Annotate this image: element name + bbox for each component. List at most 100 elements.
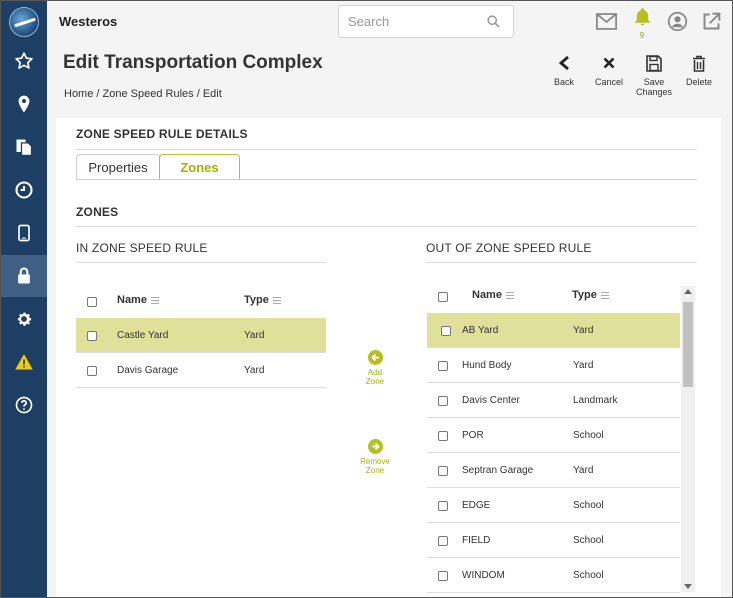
in-zone-type-column[interactable]: Type xyxy=(244,285,281,315)
devices-nav[interactable] xyxy=(1,212,47,254)
zone-name: Davis Garage xyxy=(117,365,179,376)
zone-name: FIELD xyxy=(462,535,491,546)
search-input[interactable] xyxy=(339,6,479,37)
security-nav[interactable] xyxy=(1,255,47,297)
settings-nav[interactable] xyxy=(1,298,47,340)
zone-name: POR xyxy=(462,430,484,441)
tab-zones[interactable]: Zones xyxy=(159,154,240,180)
zone-type: Yard xyxy=(573,465,594,476)
history-nav[interactable] xyxy=(1,169,47,211)
cancel-label: Cancel xyxy=(594,77,623,87)
row-checkbox[interactable] xyxy=(87,366,97,376)
chevron-left-icon xyxy=(558,55,569,71)
profile-button[interactable] xyxy=(666,10,688,32)
out-zone-row[interactable]: FIELD School xyxy=(427,523,680,558)
column-label: Name xyxy=(472,289,502,301)
search-box[interactable] xyxy=(338,5,514,38)
zone-type: School xyxy=(573,500,604,511)
details-section-title: ZONE SPEED RULE DETAILS xyxy=(76,127,248,141)
app-logo[interactable] xyxy=(9,7,39,37)
column-label: Type xyxy=(572,289,597,301)
out-zone-title: OUT OF ZONE SPEED RULE xyxy=(426,241,592,255)
top-bar: Westeros 9 xyxy=(47,1,732,43)
row-checkbox[interactable] xyxy=(438,536,448,546)
save-icon xyxy=(646,54,662,72)
external-link-button[interactable] xyxy=(700,10,722,32)
save-changes-label: Save Changes xyxy=(635,77,673,97)
out-zone-row[interactable]: Hund Body Yard xyxy=(427,348,680,383)
out-zone-table-header: Name Type xyxy=(427,280,680,310)
tab-underline xyxy=(76,179,697,180)
divider xyxy=(76,262,326,263)
in-zone-table-header: Name Type xyxy=(76,285,326,315)
details-card: ZONE SPEED RULE DETAILS Properties Zones… xyxy=(56,118,721,597)
breadcrumb: Home / Zone Speed Rules / Edit xyxy=(64,88,222,100)
out-zone-name-column[interactable]: Name xyxy=(472,280,514,310)
in-zone-select-all-checkbox[interactable] xyxy=(87,297,97,307)
save-changes-button[interactable]: Save Changes xyxy=(629,53,679,97)
documents-nav[interactable] xyxy=(1,126,47,168)
out-zone-row[interactable]: EDGE School xyxy=(427,488,680,523)
arrow-left-icon xyxy=(367,350,383,365)
scrollbar-thumb[interactable] xyxy=(683,302,693,387)
out-zone-type-column[interactable]: Type xyxy=(572,280,609,310)
row-checkbox[interactable] xyxy=(438,431,448,441)
page-title: Edit Transportation Complex xyxy=(63,52,323,73)
out-zone-row[interactable]: POR School xyxy=(427,418,680,453)
out-zone-row[interactable]: AB Yard Yard xyxy=(427,313,680,348)
out-zone-select-all-checkbox[interactable] xyxy=(438,292,448,302)
gear-icon xyxy=(17,312,32,326)
breadcrumb-zone-speed-rules[interactable]: Zone Speed Rules xyxy=(103,88,194,100)
out-zone-row[interactable]: WINDOM School xyxy=(427,558,680,593)
in-zone-name-column[interactable]: Name xyxy=(117,285,159,315)
row-checkbox[interactable] xyxy=(438,571,448,581)
remove-zone-button[interactable]: Remove Zone xyxy=(355,439,395,475)
zones-section-title: ZONES xyxy=(76,205,119,219)
divider xyxy=(426,262,697,263)
tab-properties[interactable]: Properties xyxy=(76,154,160,180)
row-checkbox[interactable] xyxy=(438,501,448,511)
back-button[interactable]: Back xyxy=(539,53,589,87)
sort-icon[interactable] xyxy=(272,296,281,304)
divider xyxy=(76,226,697,227)
help-nav[interactable] xyxy=(1,384,47,426)
breadcrumb-edit: Edit xyxy=(202,88,222,100)
close-icon xyxy=(603,57,615,69)
bell-icon xyxy=(634,8,650,26)
delete-button[interactable]: Delete xyxy=(674,53,724,87)
locations-nav[interactable] xyxy=(1,83,47,125)
out-zone-scrollbar[interactable] xyxy=(681,286,695,592)
row-checkbox[interactable] xyxy=(87,331,97,341)
row-checkbox[interactable] xyxy=(441,326,451,336)
out-zone-row[interactable]: Septran Garage Yard xyxy=(427,453,680,488)
row-checkbox[interactable] xyxy=(438,466,448,476)
app-window: Westeros 9 Edit Transportation Complex H… xyxy=(0,0,733,598)
row-checkbox[interactable] xyxy=(438,396,448,406)
sort-icon[interactable] xyxy=(505,291,514,299)
zone-type: Yard xyxy=(244,365,265,376)
page-header: Edit Transportation Complex Home / Zone … xyxy=(47,43,732,109)
out-zone-row[interactable]: Davis Center Landmark xyxy=(427,383,680,418)
row-checkbox[interactable] xyxy=(438,361,448,371)
external-link-icon xyxy=(703,12,720,29)
add-zone-button[interactable]: Add Zone xyxy=(355,350,395,386)
cancel-button[interactable]: Cancel xyxy=(584,53,634,87)
scroll-down-arrow-icon[interactable] xyxy=(684,584,692,589)
search-icon[interactable] xyxy=(486,14,501,29)
messages-button[interactable] xyxy=(595,10,617,32)
alerts-nav[interactable] xyxy=(1,341,47,383)
app-name: Westeros xyxy=(59,14,118,29)
favorites-nav[interactable] xyxy=(1,40,47,82)
zone-name: Hund Body xyxy=(462,360,512,371)
zone-name: AB Yard xyxy=(462,325,499,336)
scroll-up-arrow-icon[interactable] xyxy=(684,289,692,294)
in-zone-row[interactable]: Davis Garage Yard xyxy=(76,353,326,388)
breadcrumb-home[interactable]: Home xyxy=(64,88,93,100)
sort-icon[interactable] xyxy=(600,291,609,299)
tablet-icon xyxy=(18,224,30,242)
clock-icon xyxy=(15,181,33,199)
in-zone-row[interactable]: Castle Yard Yard xyxy=(76,318,326,353)
sort-icon[interactable] xyxy=(150,296,159,304)
notifications-button[interactable]: 9 xyxy=(631,6,653,40)
zone-type: School xyxy=(573,570,604,581)
